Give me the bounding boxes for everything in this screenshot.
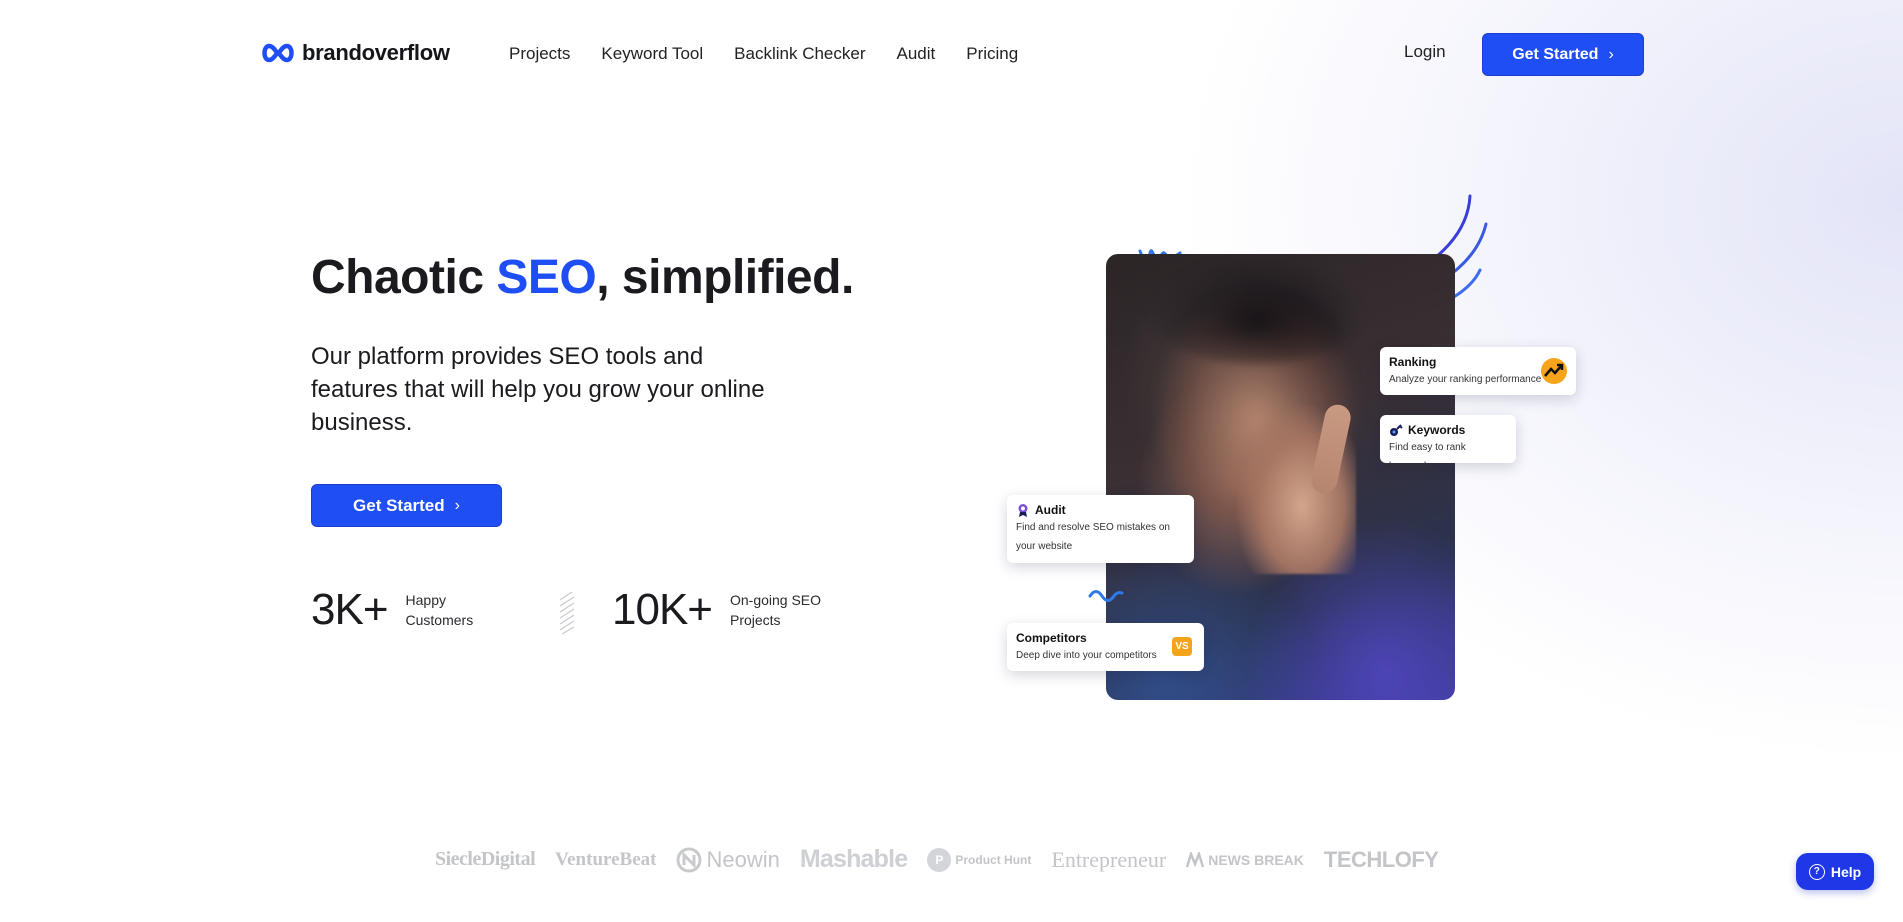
hero-title-accent: SEO (496, 251, 597, 304)
stat-label: On-going SEO Projects (729, 592, 822, 628)
nav-backlink-checker[interactable]: Backlink Checker (734, 44, 865, 64)
product-hunt-logo-icon: P (927, 847, 952, 872)
chevron-right-icon: › (1608, 45, 1614, 63)
vs-badge: VS (1172, 637, 1192, 656)
press-logo-product-hunt: P Product Hunt (927, 847, 1032, 872)
stat-label: Happy Customers (405, 592, 474, 628)
ranking-card[interactable]: Ranking Analyze your ranking performance (1380, 347, 1576, 395)
keywords-card[interactable]: Keywords Find easy to rank keywords (1380, 415, 1516, 472)
background-glow (0, 0, 1903, 922)
brand-name: brandoverflow (302, 40, 450, 65)
keywords-card-title-row: Keywords (1389, 423, 1507, 437)
main-menu: Projects Keyword Tool Backlink Checker A… (509, 44, 1018, 64)
stat-value: 3K+ (311, 585, 389, 634)
audit-card-title-row: Audit (1016, 503, 1185, 517)
neowin-logo-icon (676, 847, 702, 872)
competitors-card-title: Competitors (1016, 631, 1087, 645)
audit-card-desc: Find and resolve SEO mistakes on your we… (1016, 522, 1170, 552)
news-break-logo-icon (1186, 851, 1205, 867)
press-logo-neowin: Neowin (676, 846, 780, 873)
stat-projects: 10K+ On-going SEO Projects (612, 585, 830, 635)
hero-title-post: , simplified. (596, 251, 854, 304)
brand-logo[interactable]: brandoverflow (260, 40, 450, 66)
help-button[interactable]: ? Help (1796, 853, 1874, 890)
keywords-card-title: Keywords (1408, 423, 1466, 437)
news-break-text: NEWS BREAK (1208, 851, 1304, 868)
keywords-card-desc: Find easy to rank keywords (1389, 442, 1466, 472)
press-logo-venturebeat: VentureBeat (555, 848, 657, 870)
login-link[interactable]: Login (1404, 42, 1446, 62)
audit-card[interactable]: Audit Find and resolve SEO mistakes on y… (1007, 495, 1194, 563)
hero-title-pre: Chaotic (311, 251, 497, 304)
nav-get-started-button[interactable]: Get Started › (1482, 33, 1644, 76)
nav-audit[interactable]: Audit (897, 44, 936, 64)
press-logo-news-break: NEWS BREAK (1186, 851, 1304, 868)
trend-up-icon (1541, 358, 1567, 384)
question-icon: ? (1808, 863, 1825, 880)
hero-title: Chaotic SEO, simplified. (311, 250, 854, 305)
nav-projects[interactable]: Projects (509, 44, 570, 64)
press-logo-techlofy: TECHLOFY (1323, 846, 1439, 872)
hero-cta-label: Get Started (353, 495, 445, 515)
press-logo-mashable: Mashable (799, 845, 908, 873)
photo-hair-shape (1146, 254, 1366, 364)
help-label: Help (1830, 863, 1862, 880)
infinity-logo-icon (262, 43, 294, 63)
top-navbar: brandoverflow Projects Keyword Tool Back… (0, 0, 1903, 110)
hero-subtitle: Our platform provides SEO tools and feat… (311, 343, 765, 436)
nav-pricing[interactable]: Pricing (966, 44, 1018, 64)
stat-divider-decoration (559, 592, 575, 634)
key-icon (1390, 424, 1403, 436)
press-logo-siecle-digital: SiecleDigital (435, 848, 536, 870)
nav-cta-label: Get Started (1512, 45, 1599, 63)
press-logo-entrepreneur: Entrepreneur (1051, 846, 1167, 872)
audit-card-title: Audit (1035, 503, 1066, 517)
neowin-text: Neowin (706, 846, 780, 872)
product-hunt-text: Product Hunt (955, 852, 1032, 867)
hero-get-started-button[interactable]: Get Started › (311, 484, 502, 527)
press-logos-row: SiecleDigital VentureBeat Neowin Mashabl… (435, 845, 1439, 874)
stat-value: 10K+ (612, 585, 713, 634)
stat-customers: 3K+ Happy Customers (311, 585, 486, 635)
nav-keyword-tool[interactable]: Keyword Tool (601, 44, 703, 64)
chevron-right-icon: › (454, 496, 460, 514)
competitors-card[interactable]: Competitors Deep dive into your competit… (1007, 623, 1204, 671)
award-icon (1018, 504, 1028, 517)
competitors-card-desc: Deep dive into your competitors (1016, 650, 1157, 661)
